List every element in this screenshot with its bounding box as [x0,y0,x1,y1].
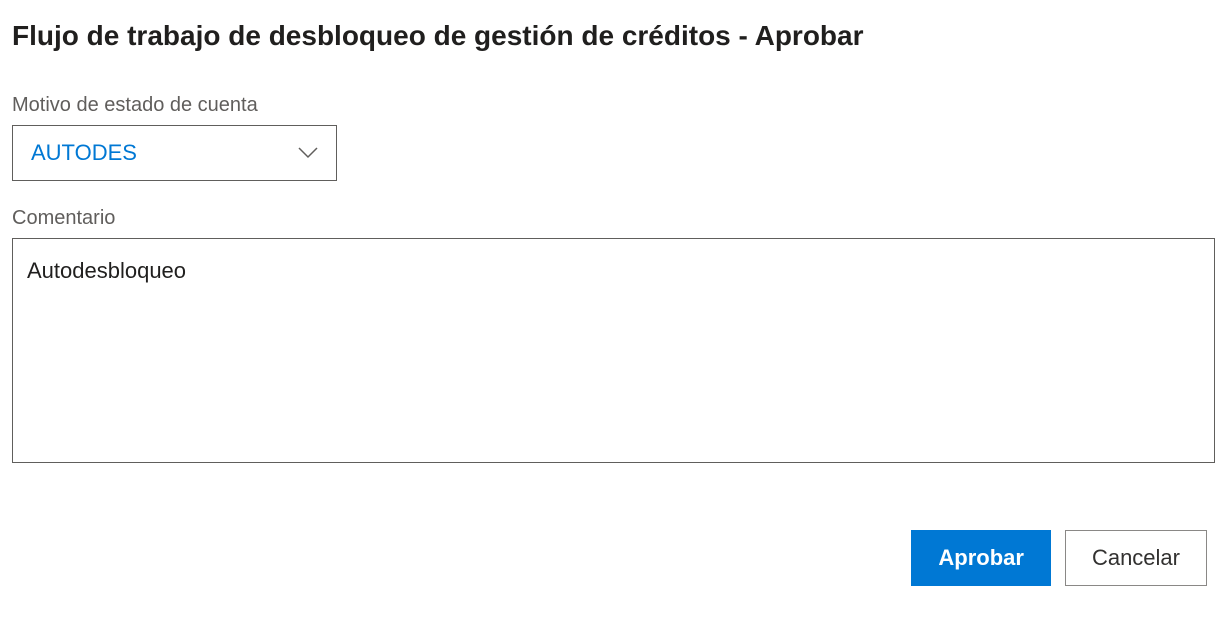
reason-dropdown[interactable]: AUTODES [12,125,337,181]
comment-field-group: Comentario [12,207,1215,468]
reason-dropdown-value: AUTODES [31,140,137,166]
dialog-title: Flujo de trabajo de desbloqueo de gestió… [12,20,1215,52]
reason-field-group: Motivo de estado de cuenta AUTODES [12,94,1215,181]
button-row: Aprobar Cancelar [12,530,1215,586]
reason-label: Motivo de estado de cuenta [12,94,1215,117]
approve-button[interactable]: Aprobar [911,530,1051,586]
comment-label: Comentario [12,207,1215,230]
cancel-button[interactable]: Cancelar [1065,530,1207,586]
chevron-down-icon [298,147,318,159]
comment-textarea[interactable] [12,238,1215,463]
